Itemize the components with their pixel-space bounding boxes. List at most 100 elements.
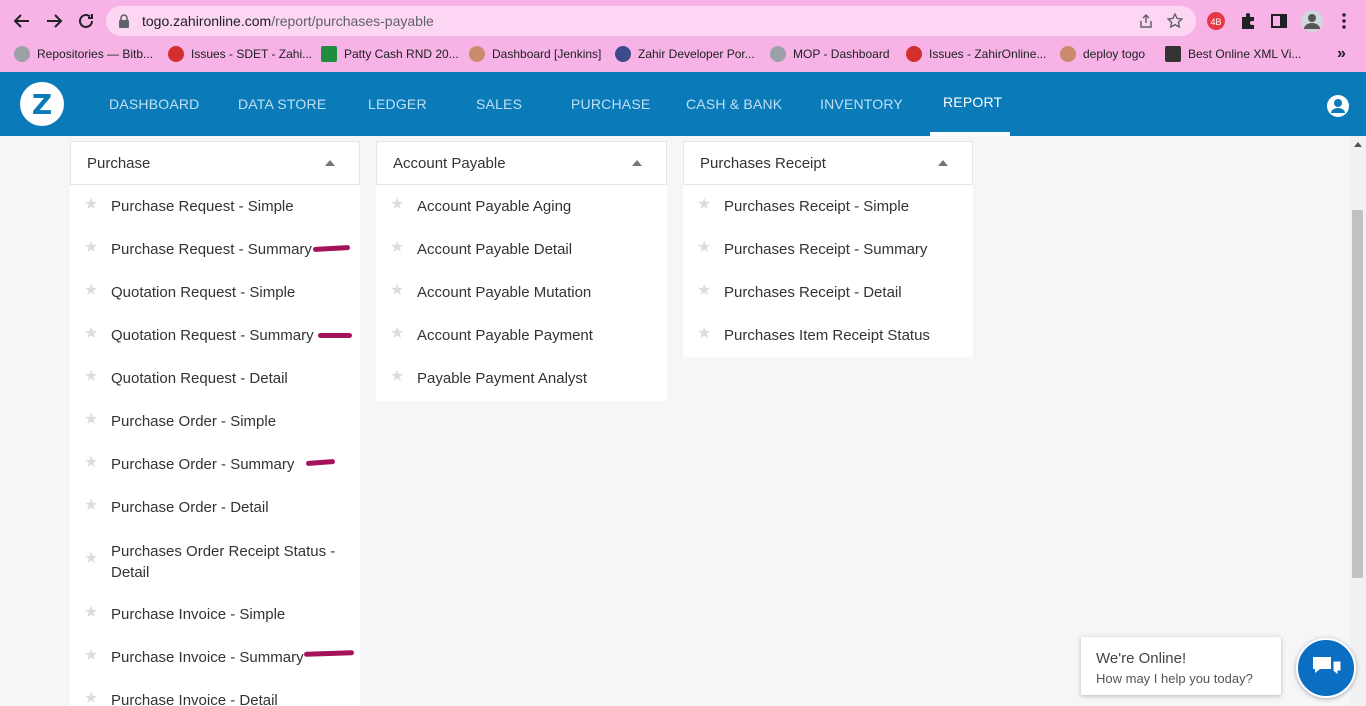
favorite-star-icon[interactable]: ★ [697, 283, 713, 299]
favorite-star-icon[interactable]: ★ [84, 240, 100, 256]
report-item[interactable]: ★ Account Payable Aging [376, 185, 667, 228]
nav-purchase[interactable]: PURCHASE [571, 96, 650, 112]
favorite-star-icon[interactable]: ★ [390, 369, 406, 385]
nav-sales[interactable]: SALES [476, 96, 522, 112]
report-label: Payable Payment Analyst [417, 370, 588, 387]
purchase-report-panel: Purchase ★ Purchase Request - Simple ★ Pur… [70, 141, 360, 706]
nav-report[interactable]: REPORT [943, 94, 1002, 110]
bookmark-item[interactable]: Dashboard [Jenkins] [469, 44, 601, 64]
panel-header[interactable]: Purchases Receipt [683, 141, 973, 185]
chat-launcher-button[interactable] [1296, 638, 1356, 698]
report-item[interactable]: ★ Payable Payment Analyst [376, 357, 667, 400]
report-item[interactable]: ★ Purchase Invoice - Detail [70, 679, 360, 706]
report-label: Account Payable Detail [417, 241, 573, 258]
favorite-star-icon[interactable]: ★ [697, 197, 713, 213]
forward-icon[interactable] [42, 9, 66, 33]
report-item[interactable]: ★ Quotation Request - Summary [70, 314, 360, 357]
favorite-star-icon[interactable]: ★ [84, 551, 100, 567]
more-bookmarks-button[interactable]: » [1337, 44, 1346, 64]
nav-ledger[interactable]: LEDGER [368, 96, 427, 112]
favorite-star-icon[interactable]: ★ [84, 648, 100, 664]
side-panel-icon[interactable] [1268, 10, 1290, 32]
bookmark-item[interactable]: Repositories — Bitb... [14, 44, 153, 64]
bookmark-star-icon[interactable] [1166, 12, 1184, 35]
report-item[interactable]: ★ Quotation Request - Detail [70, 357, 360, 400]
favorite-star-icon[interactable]: ★ [84, 197, 100, 213]
report-item[interactable]: ★ Quotation Request - Simple [70, 271, 360, 314]
report-label: Purchases Receipt - Summary [724, 241, 928, 258]
report-item[interactable]: ★ Purchases Item Receipt Status [683, 314, 973, 357]
favorite-star-icon[interactable]: ★ [390, 197, 406, 213]
bookmark-label: Zahir Developer Por... [638, 47, 755, 61]
report-item[interactable]: ★ Account Payable Payment [376, 314, 667, 357]
scroll-up-arrow-icon[interactable] [1354, 142, 1362, 147]
collapse-caret-icon[interactable] [632, 160, 642, 166]
report-item[interactable]: ★ Account Payable Detail [376, 228, 667, 271]
bookmark-item[interactable]: Issues - ZahirOnline... [906, 44, 1046, 64]
bookmark-item[interactable]: Best Online XML Vi... [1165, 44, 1301, 64]
favorite-star-icon[interactable]: ★ [84, 455, 100, 471]
favorite-star-icon[interactable]: ★ [390, 240, 406, 256]
panel-header[interactable]: Account Payable [376, 141, 667, 185]
favorite-star-icon[interactable]: ★ [84, 412, 100, 428]
back-icon[interactable] [10, 9, 34, 33]
favorite-star-icon[interactable]: ★ [390, 283, 406, 299]
app-navbar: Z DASHBOARD DATA STORE LEDGER SALES PURC… [0, 72, 1366, 136]
bookmark-item[interactable]: Zahir Developer Por... [615, 44, 755, 64]
bookmarks-bar: Repositories — Bitb... Issues - SDET - Z… [0, 40, 1366, 68]
favorite-star-icon[interactable]: ★ [697, 326, 713, 342]
app-logo[interactable]: Z [20, 82, 64, 126]
url-bar[interactable]: togo.zahironline.com/report/purchases-pa… [106, 6, 1196, 36]
menu-dots-icon[interactable] [1333, 10, 1355, 32]
scrollbar-thumb[interactable] [1352, 210, 1363, 578]
bookmark-item[interactable]: Issues - SDET - Zahi... [168, 44, 312, 64]
report-item[interactable]: ★ Purchase Request - Simple [70, 185, 360, 228]
favorite-star-icon[interactable]: ★ [84, 369, 100, 385]
collapse-caret-icon[interactable] [938, 160, 948, 166]
chat-subtitle: How may I help you today? [1096, 671, 1253, 686]
bookmark-item[interactable]: deploy togo [1060, 44, 1145, 64]
report-item[interactable]: ★ Purchase Order - Detail [70, 486, 360, 529]
report-item[interactable]: ★ Purchases Receipt - Summary [683, 228, 973, 271]
bookmark-item[interactable]: MOP - Dashboard [770, 44, 890, 64]
favorite-star-icon[interactable]: ★ [84, 691, 100, 706]
report-item[interactable]: ★ Purchases Order Receipt Status - Detail [70, 529, 360, 593]
report-item[interactable]: ★ Purchase Order - Simple [70, 400, 360, 443]
report-label: Account Payable Payment [417, 327, 593, 344]
nav-data-store[interactable]: DATA STORE [238, 96, 326, 112]
bookmark-item[interactable]: Patty Cash RND 20... [321, 44, 459, 64]
report-item[interactable]: ★ Purchase Invoice - Summary [70, 636, 360, 679]
report-label: Purchase Order - Detail [111, 499, 269, 516]
favorite-star-icon[interactable]: ★ [697, 240, 713, 256]
page-scrollbar[interactable] [1350, 136, 1366, 706]
favorite-star-icon[interactable]: ★ [84, 498, 100, 514]
report-item[interactable]: ★ Purchase Invoice - Simple [70, 593, 360, 636]
collapse-caret-icon[interactable] [325, 160, 335, 166]
favorite-star-icon[interactable]: ★ [84, 605, 100, 621]
report-item[interactable]: ★ Purchases Receipt - Simple [683, 185, 973, 228]
report-item[interactable]: ★ Purchases Receipt - Detail [683, 271, 973, 314]
report-label: Purchases Order Receipt Status - Detail [111, 543, 336, 581]
panel-title: Purchases Receipt [700, 155, 826, 172]
jenkins-icon [469, 46, 485, 62]
extension-icon[interactable]: 4B [1205, 10, 1227, 32]
report-label: Account Payable Aging [417, 198, 572, 215]
chat-greeting-bubble[interactable]: We're Online! How may I help you today? [1081, 637, 1281, 695]
nav-cash-bank[interactable]: CASH & BANK [686, 96, 782, 112]
bookmark-label: Repositories — Bitb... [37, 47, 154, 61]
nav-dashboard[interactable]: DASHBOARD [109, 96, 199, 112]
report-label: Purchase Invoice - Summary [111, 649, 304, 666]
chat-title: We're Online! [1096, 650, 1187, 667]
share-icon[interactable] [1138, 13, 1154, 34]
reload-icon[interactable] [74, 9, 98, 33]
report-item[interactable]: ★ Account Payable Mutation [376, 271, 667, 314]
panel-header[interactable]: Purchase [70, 141, 360, 185]
puzzle-icon[interactable] [1237, 10, 1259, 32]
profile-avatar[interactable] [1301, 10, 1323, 32]
nav-inventory[interactable]: INVENTORY [820, 96, 903, 112]
favorite-star-icon[interactable]: ★ [390, 326, 406, 342]
favorite-star-icon[interactable]: ★ [84, 283, 100, 299]
user-account-icon[interactable] [1326, 94, 1350, 118]
favorite-star-icon[interactable]: ★ [84, 326, 100, 342]
purchases-receipt-panel: Purchases Receipt ★ Purchases Receipt - S… [683, 141, 973, 357]
